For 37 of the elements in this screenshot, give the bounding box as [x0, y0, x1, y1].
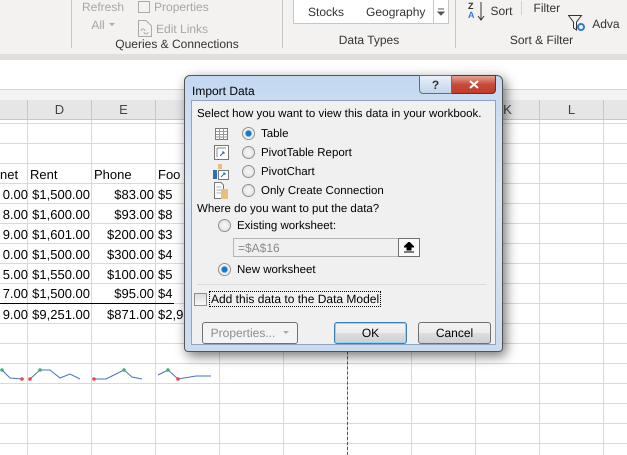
table-cell-text: $1,550.00 [31, 266, 91, 284]
dialog-title: Import Data [192, 84, 255, 98]
table-cell-text: $4 [157, 246, 174, 264]
total-cell-text: 9.00 [2, 306, 28, 324]
table-cell-text: 8.00 [2, 206, 28, 224]
table-cell-text: $8 [157, 206, 174, 224]
table-cell-text: $100.00 [106, 266, 155, 284]
table-cell-text: $1,601.00 [31, 226, 91, 244]
table-cell: $95.00 [92, 284, 156, 304]
table-cell-text: 9.00 [2, 226, 28, 244]
total-cell-text: $9,251.00 [31, 306, 91, 324]
table-cell-text: $1,500.00 [31, 246, 91, 264]
table-cell-text: $93.00 [113, 206, 155, 224]
column-heading-cell-text: Phone [93, 166, 133, 184]
table-cell-text: $300.00 [106, 246, 155, 264]
total-cell-text: $2,9 [157, 306, 184, 324]
table-cell-text: $83.00 [113, 186, 155, 204]
table-cell: $4 [156, 284, 174, 304]
group-label: Sort & Filter [508, 33, 574, 48]
table-cell-text: $1,600.00 [31, 206, 91, 224]
table-cell-text: $5 [157, 186, 174, 204]
table-cell: $1,500.00 [28, 284, 92, 304]
column-heading-cell-text: Foo [157, 166, 182, 184]
table-cell-text: 0.00 [2, 186, 28, 204]
table-cell-text: $3 [157, 226, 174, 244]
column-heading-cell-text: net [0, 166, 20, 184]
table-cell-text: 5.00 [2, 266, 28, 284]
group-label: Data Types [338, 33, 400, 48]
table-cell-text: $200.00 [106, 226, 155, 244]
table-cell-text: $5 [157, 266, 174, 284]
column-heading-cell-text: Rent [29, 166, 58, 184]
group-label: Queries & Connections [114, 37, 240, 52]
prompt-text: Where do you want to put the data? [197, 202, 380, 216]
total-cell-text: $871.00 [106, 306, 155, 324]
table-cell-text: 0.00 [2, 246, 28, 264]
table-cell-text: $1,500.00 [31, 186, 91, 204]
table-cell: 7.00 [0, 284, 28, 304]
